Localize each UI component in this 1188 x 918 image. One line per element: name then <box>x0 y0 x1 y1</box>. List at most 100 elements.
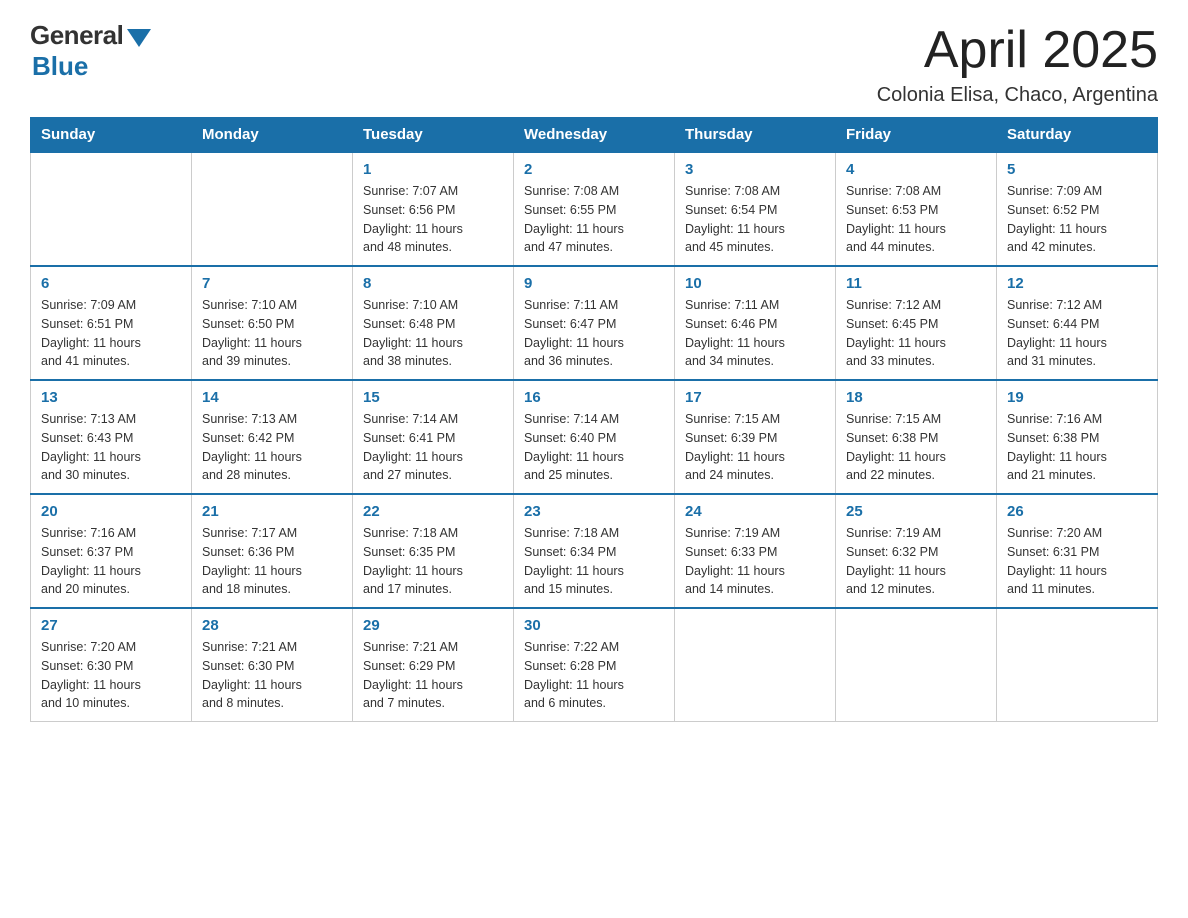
day-number: 15 <box>363 389 503 406</box>
calendar-cell: 8 Sunrise: 7:10 AMSunset: 6:48 PMDaylight… <box>353 266 514 380</box>
day-number: 6 <box>41 275 181 292</box>
calendar-cell: 16 Sunrise: 7:14 AMSunset: 6:40 PMDayligh… <box>514 380 675 494</box>
day-number: 22 <box>363 503 503 520</box>
calendar-cell: 24 Sunrise: 7:19 AMSunset: 6:33 PMDayligh… <box>675 494 836 608</box>
calendar-cell: 3 Sunrise: 7:08 AMSunset: 6:54 PMDaylight… <box>675 152 836 266</box>
day-info: Sunrise: 7:13 AMSunset: 6:43 PMDaylight:… <box>41 410 181 485</box>
day-number: 10 <box>685 275 825 292</box>
day-info: Sunrise: 7:15 AMSunset: 6:38 PMDaylight:… <box>846 410 986 485</box>
day-info: Sunrise: 7:15 AMSunset: 6:39 PMDaylight:… <box>685 410 825 485</box>
day-number: 8 <box>363 275 503 292</box>
calendar-cell: 28 Sunrise: 7:21 AMSunset: 6:30 PMDayligh… <box>192 608 353 722</box>
day-number: 1 <box>363 161 503 178</box>
day-number: 2 <box>524 161 664 178</box>
calendar-cell: 18 Sunrise: 7:15 AMSunset: 6:38 PMDayligh… <box>836 380 997 494</box>
day-info: Sunrise: 7:19 AMSunset: 6:32 PMDaylight:… <box>846 524 986 599</box>
calendar-cell: 20Sunrise: 7:16 AMSunset: 6:37 PMDayligh… <box>31 494 192 608</box>
calendar-cell: 21Sunrise: 7:17 AMSunset: 6:36 PMDayligh… <box>192 494 353 608</box>
calendar-body: 1 Sunrise: 7:07 AMSunset: 6:56 PMDaylight… <box>31 152 1158 722</box>
day-number: 11 <box>846 275 986 292</box>
day-number: 4 <box>846 161 986 178</box>
header-tuesday: Tuesday <box>353 118 514 153</box>
day-number: 14 <box>202 389 342 406</box>
calendar-cell: 17 Sunrise: 7:15 AMSunset: 6:39 PMDayligh… <box>675 380 836 494</box>
calendar-cell: 15 Sunrise: 7:14 AMSunset: 6:41 PMDayligh… <box>353 380 514 494</box>
calendar-cell <box>997 608 1158 722</box>
day-number: 25 <box>846 503 986 520</box>
header-thursday: Thursday <box>675 118 836 153</box>
day-number: 5 <box>1007 161 1147 178</box>
calendar-cell: 10 Sunrise: 7:11 AMSunset: 6:46 PMDayligh… <box>675 266 836 380</box>
week-row-2: 6 Sunrise: 7:09 AMSunset: 6:51 PMDaylight… <box>31 266 1158 380</box>
calendar-cell <box>836 608 997 722</box>
day-info: Sunrise: 7:19 AMSunset: 6:33 PMDaylight:… <box>685 524 825 599</box>
day-number: 30 <box>524 617 664 634</box>
day-info: Sunrise: 7:11 AMSunset: 6:46 PMDaylight:… <box>685 296 825 371</box>
week-row-3: 13Sunrise: 7:13 AMSunset: 6:43 PMDayligh… <box>31 380 1158 494</box>
header-friday: Friday <box>836 118 997 153</box>
calendar-cell <box>192 152 353 266</box>
logo-arrow-icon <box>127 29 151 47</box>
day-info: Sunrise: 7:10 AMSunset: 6:50 PMDaylight:… <box>202 296 342 371</box>
day-info: Sunrise: 7:08 AMSunset: 6:53 PMDaylight:… <box>846 182 986 257</box>
day-number: 26 <box>1007 503 1147 520</box>
calendar-cell: 23Sunrise: 7:18 AMSunset: 6:34 PMDayligh… <box>514 494 675 608</box>
day-info: Sunrise: 7:21 AMSunset: 6:30 PMDaylight:… <box>202 638 342 713</box>
day-number: 7 <box>202 275 342 292</box>
calendar-cell: 22 Sunrise: 7:18 AMSunset: 6:35 PMDayligh… <box>353 494 514 608</box>
day-info: Sunrise: 7:20 AMSunset: 6:31 PMDaylight:… <box>1007 524 1147 599</box>
calendar-cell: 27 Sunrise: 7:20 AMSunset: 6:30 PMDayligh… <box>31 608 192 722</box>
day-number: 27 <box>41 617 181 634</box>
calendar-cell: 5 Sunrise: 7:09 AMSunset: 6:52 PMDaylight… <box>997 152 1158 266</box>
day-number: 12 <box>1007 275 1147 292</box>
calendar-cell: 26 Sunrise: 7:20 AMSunset: 6:31 PMDayligh… <box>997 494 1158 608</box>
day-info: Sunrise: 7:08 AMSunset: 6:54 PMDaylight:… <box>685 182 825 257</box>
day-info: Sunrise: 7:14 AMSunset: 6:40 PMDaylight:… <box>524 410 664 485</box>
day-info: Sunrise: 7:10 AMSunset: 6:48 PMDaylight:… <box>363 296 503 371</box>
day-info: Sunrise: 7:16 AMSunset: 6:38 PMDaylight:… <box>1007 410 1147 485</box>
calendar-cell: 6 Sunrise: 7:09 AMSunset: 6:51 PMDaylight… <box>31 266 192 380</box>
week-row-5: 27 Sunrise: 7:20 AMSunset: 6:30 PMDayligh… <box>31 608 1158 722</box>
day-info: Sunrise: 7:12 AMSunset: 6:45 PMDaylight:… <box>846 296 986 371</box>
day-number: 16 <box>524 389 664 406</box>
calendar-cell: 30Sunrise: 7:22 AMSunset: 6:28 PMDayligh… <box>514 608 675 722</box>
day-number: 19 <box>1007 389 1147 406</box>
day-info: Sunrise: 7:11 AMSunset: 6:47 PMDaylight:… <box>524 296 664 371</box>
calendar-cell <box>31 152 192 266</box>
day-info: Sunrise: 7:12 AMSunset: 6:44 PMDaylight:… <box>1007 296 1147 371</box>
logo: General Blue <box>30 20 151 82</box>
header-sunday: Sunday <box>31 118 192 153</box>
day-number: 24 <box>685 503 825 520</box>
calendar-table: SundayMondayTuesdayWednesdayThursdayFrid… <box>30 117 1158 722</box>
day-number: 28 <box>202 617 342 634</box>
day-number: 18 <box>846 389 986 406</box>
title-block: April 2025 Colonia Elisa, Chaco, Argenti… <box>877 20 1158 107</box>
day-info: Sunrise: 7:14 AMSunset: 6:41 PMDaylight:… <box>363 410 503 485</box>
calendar-cell: 29Sunrise: 7:21 AMSunset: 6:29 PMDayligh… <box>353 608 514 722</box>
day-info: Sunrise: 7:08 AMSunset: 6:55 PMDaylight:… <box>524 182 664 257</box>
calendar-header: SundayMondayTuesdayWednesdayThursdayFrid… <box>31 118 1158 153</box>
header-saturday: Saturday <box>997 118 1158 153</box>
day-info: Sunrise: 7:09 AMSunset: 6:51 PMDaylight:… <box>41 296 181 371</box>
week-row-1: 1 Sunrise: 7:07 AMSunset: 6:56 PMDaylight… <box>31 152 1158 266</box>
day-number: 3 <box>685 161 825 178</box>
day-info: Sunrise: 7:09 AMSunset: 6:52 PMDaylight:… <box>1007 182 1147 257</box>
day-info: Sunrise: 7:20 AMSunset: 6:30 PMDaylight:… <box>41 638 181 713</box>
week-row-4: 20Sunrise: 7:16 AMSunset: 6:37 PMDayligh… <box>31 494 1158 608</box>
page-header: General Blue April 2025 Colonia Elisa, C… <box>30 20 1158 107</box>
day-info: Sunrise: 7:18 AMSunset: 6:34 PMDaylight:… <box>524 524 664 599</box>
day-number: 17 <box>685 389 825 406</box>
day-info: Sunrise: 7:18 AMSunset: 6:35 PMDaylight:… <box>363 524 503 599</box>
day-info: Sunrise: 7:13 AMSunset: 6:42 PMDaylight:… <box>202 410 342 485</box>
location-title: Colonia Elisa, Chaco, Argentina <box>877 84 1158 107</box>
day-number: 9 <box>524 275 664 292</box>
days-of-week-row: SundayMondayTuesdayWednesdayThursdayFrid… <box>31 118 1158 153</box>
day-number: 29 <box>363 617 503 634</box>
logo-blue-text: Blue <box>32 51 88 82</box>
month-title: April 2025 <box>877 20 1158 80</box>
calendar-cell: 9 Sunrise: 7:11 AMSunset: 6:47 PMDaylight… <box>514 266 675 380</box>
header-wednesday: Wednesday <box>514 118 675 153</box>
header-monday: Monday <box>192 118 353 153</box>
logo-general-text: General <box>30 20 123 51</box>
day-info: Sunrise: 7:07 AMSunset: 6:56 PMDaylight:… <box>363 182 503 257</box>
